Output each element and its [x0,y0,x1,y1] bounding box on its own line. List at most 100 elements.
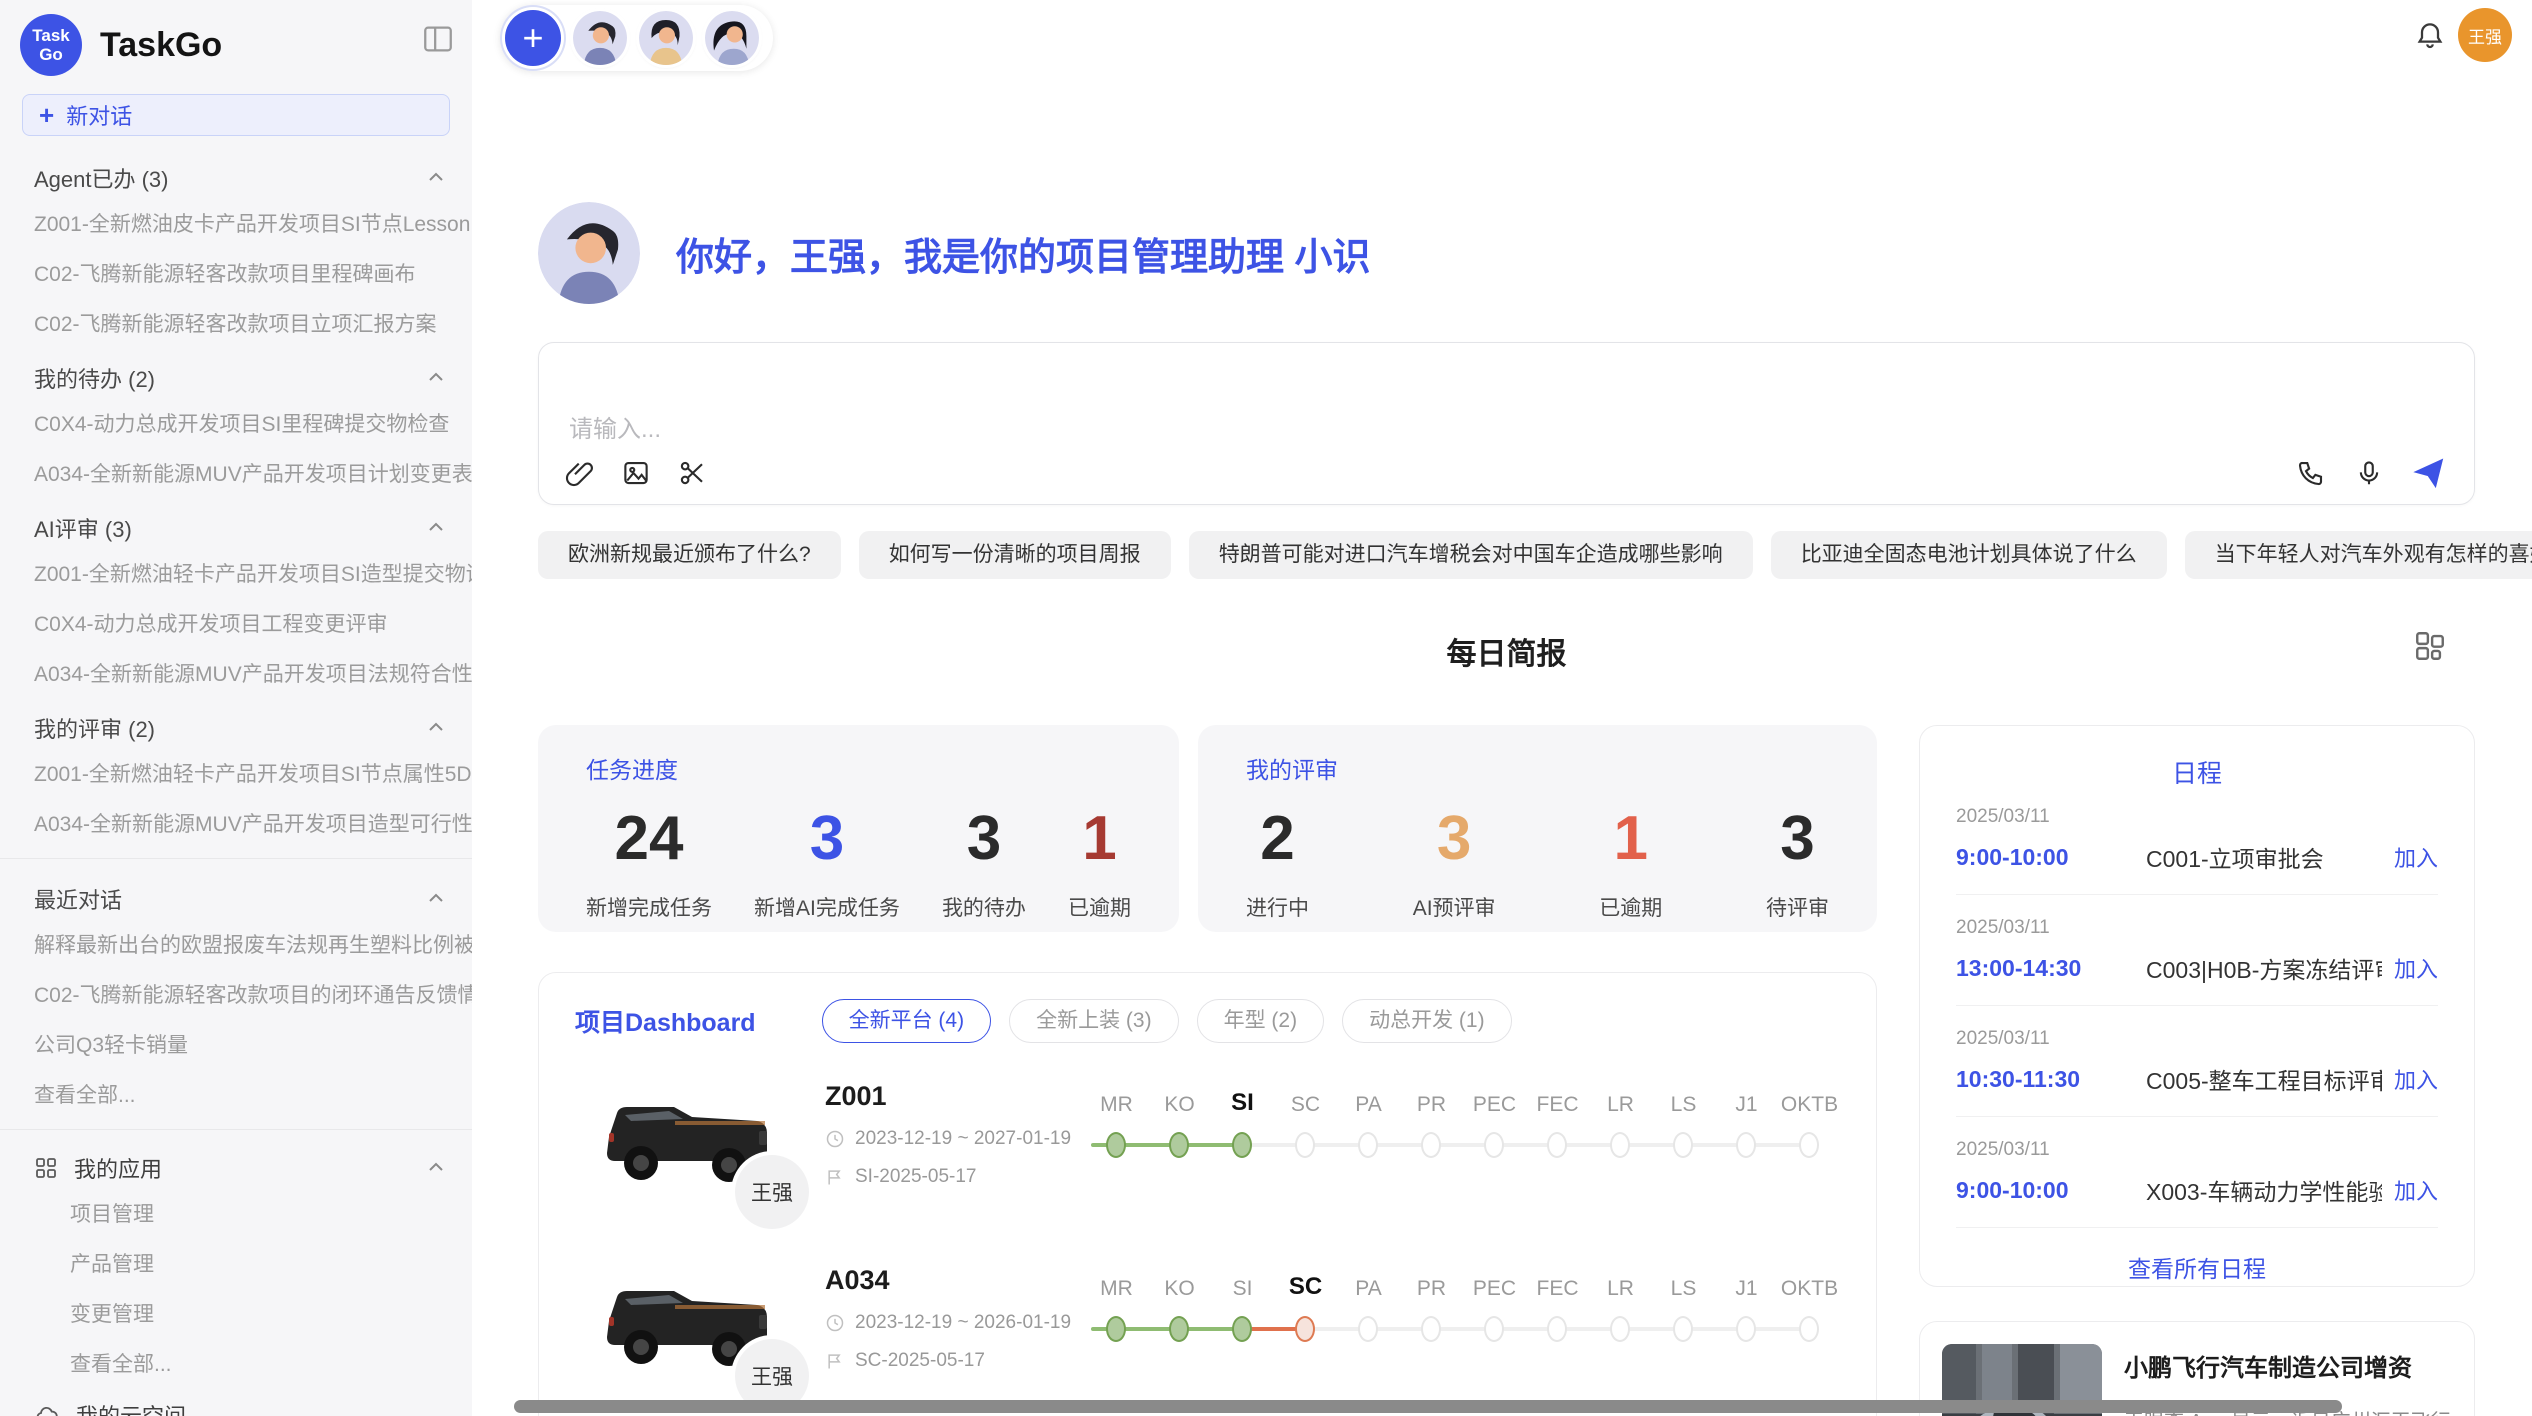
cloud-icon [34,1403,60,1416]
chevron-up-icon[interactable] [424,516,448,540]
chevron-up-icon[interactable] [424,887,448,911]
milestone-track [1085,1123,1841,1167]
sidebar-item[interactable]: Z001-全新燃油轻卡产品开发项目SI节点属性5D文件评审 [0,748,472,798]
recent-chat-item[interactable]: 解释最新出台的欧盟报废车法规再生塑料比例被调至15%... [0,919,472,969]
milestone-track [1085,1307,1841,1351]
stat-in-progress: 2 进行中 [1246,803,1309,922]
new-session-button[interactable]: + [505,10,561,66]
composer-actions [2296,456,2446,490]
sidebar-item[interactable]: Z001-全新燃油皮卡产品开发项目SI节点Lesson Learn报告 [0,198,472,248]
sidebar-collapse-icon[interactable] [420,22,456,56]
grid-icon [34,1156,58,1180]
news-title: 小鹏飞行汽车制造公司增资 [2124,1348,2452,1383]
briefing-columns: 任务进度 24 新增完成任务 3 新增AI完成任务 3 [538,725,2475,1416]
my-review-card: 我的评审 2 进行中 3 AI预评审 1 已逾期 [1198,725,1877,932]
clock-icon [825,1129,845,1149]
section-label: AI评审 (3) [34,512,132,544]
message-composer[interactable]: 请输入... [538,342,2475,505]
project-dashboard-card: 项目Dashboard 全新平台 (4) 全新上装 (3) 年型 (2) 动总开… [538,972,1877,1416]
milestone-dot-overdue [1295,1316,1315,1342]
sidebar-item[interactable]: Z001-全新燃油轻卡产品开发项目SI造型提交物评审 [0,548,472,598]
session-avatar[interactable] [639,11,693,65]
join-link[interactable]: 加入 [2394,841,2438,873]
project-row[interactable]: 王强 A034 2023-12-19 ~ 2026-01-19 [539,1233,1876,1416]
sidebar-item[interactable]: C02-飞腾新能源轻客改款项目里程碑画布 [0,248,472,298]
milestone-labels: MRKO SI SCPA PRPEC FECLR LSJ1 OKTB [1085,1083,1842,1117]
phone-icon[interactable] [2296,458,2326,488]
schedule-event[interactable]: 2025/03/11 9:00-10:00 C001-立项审批会 加入 [1920,790,2474,888]
sidebar-item[interactable]: C0X4-动力总成开发项目工程变更评审 [0,598,472,648]
join-link[interactable]: 加入 [2394,952,2438,984]
milestone-timeline: MRKO SI SC PAPR PECFEC LRLS J1OKTB [1085,1267,1842,1351]
recent-chat-item[interactable]: C02-飞腾新能源轻客改款项目的闭环通告反馈情况 [0,969,472,1019]
sidebar-item[interactable]: A034-全新新能源MUV产品开发项目造型可行性评审 [0,798,472,848]
milestone-dot-done [1169,1316,1189,1342]
session-avatar[interactable] [573,11,627,65]
schedule-event[interactable]: 2025/03/11 13:00-14:30 C003|H0B-方案冻结评审 加… [1920,901,2474,999]
stat-pending-review: 3 待评审 [1766,803,1829,922]
app-item-product-mgmt[interactable]: 产品管理 [0,1238,472,1288]
new-chat-button[interactable]: + 新对话 [22,94,450,136]
milestone-dot-current [1232,1132,1252,1158]
notification-bell-icon[interactable] [2414,19,2446,56]
suggestion-chip[interactable]: 如何写一份清晰的项目周报 [859,531,1171,579]
suggestion-chip[interactable]: 当下年轻人对汽车外观有怎样的喜好趋势 [2185,531,2532,579]
project-info: A034 2023-12-19 ~ 2026-01-19 SC-2025-05-… [825,1259,1085,1372]
stat-overdue: 1 已逾期 [1068,803,1131,922]
attachment-icon[interactable] [565,458,595,488]
filter-powertrain[interactable]: 动总开发 (1) [1342,999,1512,1043]
user-avatar[interactable]: 王强 [2458,8,2512,62]
project-thumbnail: 王强 [579,1075,809,1233]
suggestion-chip[interactable]: 特朗普可能对进口汽车增税会对中国车企造成哪些影响 [1189,531,1753,579]
horizontal-scrollbar[interactable] [514,1400,2342,1413]
taskgo-logo: Task Go [20,14,82,76]
logo-text-top: Task [32,26,70,45]
layout-grid-icon[interactable] [2413,629,2447,668]
mic-icon[interactable] [2354,458,2384,488]
suggestion-chip[interactable]: 比亚迪全固态电池计划具体说了什么 [1771,531,2167,579]
sidebar-item[interactable]: A034-全新新能源MUV产品开发项目法规符合性评审 [0,648,472,698]
card-label: 任务进度 [586,751,1131,785]
filter-model-year[interactable]: 年型 (2) [1197,999,1325,1043]
chevron-up-icon[interactable] [424,366,448,390]
dashboard-filters: 全新平台 (4) 全新上装 (3) 年型 (2) 动总开发 (1) [822,999,1512,1043]
divider [0,1129,472,1130]
section-my-todo[interactable]: 我的待办 (2) [0,348,472,398]
session-switcher: + [500,5,773,71]
suggestion-chip[interactable]: 欧洲新规最近颁布了什么? [538,531,841,579]
schedule-event[interactable]: 2025/03/11 10:30-11:30 C005-整车工程目标评审 加入 [1920,1012,2474,1110]
project-row[interactable]: 王强 Z001 2023-12-19 ~ 2027-01-19 [539,1049,1876,1233]
sidebar-item[interactable]: C02-飞腾新能源轻客改款项目立项汇报方案 [0,298,472,348]
section-label: Agent已办 (3) [34,162,169,194]
project-dates: 2023-12-19 ~ 2027-01-19 [825,1128,1085,1150]
scissors-icon[interactable] [677,458,707,488]
filter-new-body[interactable]: 全新上装 (3) [1009,999,1179,1043]
section-my-apps[interactable]: 我的应用 [0,1140,472,1188]
app-root: Task Go TaskGo + 新对话 Agent已办 (3) Z001-全新… [0,0,2532,1416]
app-item-project-mgmt[interactable]: 项目管理 [0,1188,472,1238]
section-label: 最近对话 [34,883,122,915]
view-all-apps-link[interactable]: 查看全部... [0,1338,472,1388]
view-all-chats-link[interactable]: 查看全部... [0,1069,472,1119]
send-icon[interactable] [2412,456,2446,490]
schedule-event[interactable]: 2025/03/11 9:00-10:00 X003-车辆动力学性能验... 加… [1920,1123,2474,1221]
section-my-review[interactable]: 我的评审 (2) [0,698,472,748]
recent-chat-item[interactable]: 公司Q3轻卡销量 [0,1019,472,1069]
app-item-change-mgmt[interactable]: 变更管理 [0,1288,472,1338]
section-recent-chats[interactable]: 最近对话 [0,869,472,919]
session-avatar[interactable] [705,11,759,65]
join-link[interactable]: 加入 [2394,1063,2438,1095]
chevron-up-icon[interactable] [424,716,448,740]
sidebar-item-cloud[interactable]: 我的云空间 [0,1388,472,1416]
sidebar-item[interactable]: C0X4-动力总成开发项目SI里程碑提交物检查 [0,398,472,448]
filter-new-platform[interactable]: 全新平台 (4) [822,999,992,1043]
sidebar-item[interactable]: A034-全新新能源MUV产品开发项目计划变更表编写 [0,448,472,498]
chevron-up-icon[interactable] [424,166,448,190]
chevron-up-icon[interactable] [424,1156,448,1180]
section-agent-done[interactable]: Agent已办 (3) [0,148,472,198]
join-link[interactable]: 加入 [2394,1174,2438,1206]
project-dates: 2023-12-19 ~ 2026-01-19 [825,1312,1085,1334]
view-all-schedule-link[interactable]: 查看所有日程 [1920,1250,2474,1284]
image-icon[interactable] [621,458,651,488]
section-ai-review[interactable]: AI评审 (3) [0,498,472,548]
